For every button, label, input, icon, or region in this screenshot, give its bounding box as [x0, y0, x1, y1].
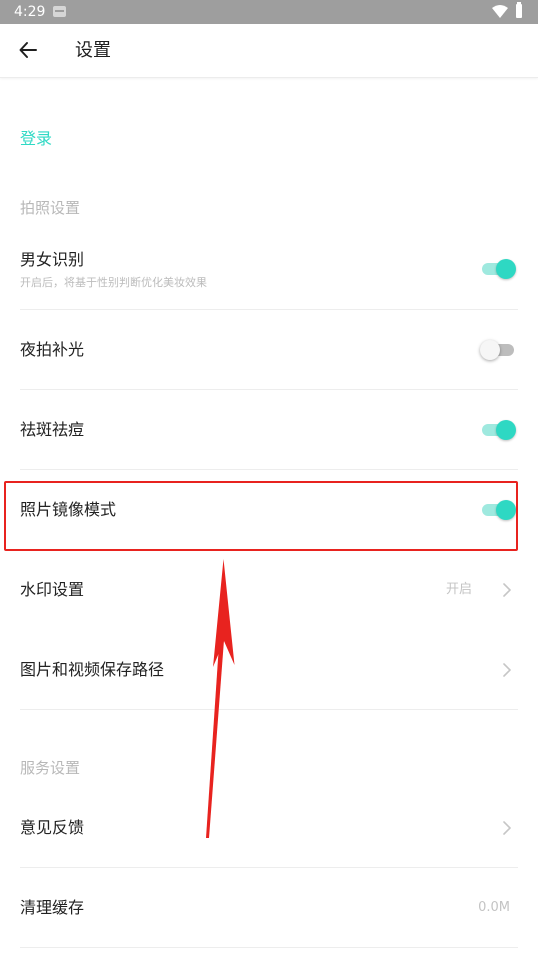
arrow-left-icon — [19, 42, 37, 58]
chevron-right-icon — [503, 821, 511, 835]
row-night-fill-light: 夜拍补光 — [0, 310, 538, 390]
status-bar: 4:29 — [0, 0, 538, 24]
row-title: 祛斑祛痘 — [20, 420, 85, 439]
row-blemish-removal: 祛斑祛痘 — [0, 390, 538, 470]
row-title: 男女识别 — [20, 250, 85, 269]
blemish-removal-switch[interactable] — [480, 419, 516, 441]
divider — [20, 709, 518, 710]
row-clear-cache[interactable]: 清理缓存 0.0M — [0, 868, 538, 948]
status-time: 4:29 — [14, 4, 46, 20]
row-title: 清理缓存 — [20, 898, 85, 917]
chevron-right-icon — [503, 663, 511, 677]
gender-recognition-switch[interactable] — [480, 258, 516, 280]
battery-icon — [516, 2, 522, 18]
toolbar: 设置 — [0, 24, 538, 78]
wifi-icon — [492, 5, 508, 18]
annotation-highlight-box — [4, 481, 518, 551]
row-subtitle: 开启后，将基于性别判断优化美妆效果 — [20, 276, 207, 289]
back-button[interactable] — [10, 32, 46, 68]
notification-icon — [53, 6, 66, 17]
chevron-right-icon — [503, 583, 511, 597]
annotation-arrow-icon — [206, 559, 235, 838]
watermark-status: 开启 — [445, 582, 472, 597]
row-title: 意见反馈 — [20, 818, 85, 837]
row-gender-recognition: 男女识别 开启后，将基于性别判断优化美妆效果 — [0, 230, 538, 310]
login-link[interactable]: 登录 — [20, 128, 52, 150]
settings-screen: 4:29 设置 登录 拍照设置 男女识别 开启后，将基于性别判断优化美妆效果 夜… — [0, 0, 538, 958]
section-header-camera: 拍照设置 — [20, 199, 81, 217]
row-title: 图片和视频保存路径 — [20, 660, 165, 679]
cache-size: 0.0M — [478, 900, 510, 915]
night-fill-light-switch[interactable] — [480, 339, 516, 361]
row-title: 水印设置 — [20, 580, 85, 599]
row-feedback[interactable]: 意见反馈 — [0, 788, 538, 868]
row-save-path[interactable]: 图片和视频保存路径 — [0, 630, 538, 710]
divider — [20, 947, 518, 948]
row-title: 夜拍补光 — [20, 340, 85, 359]
page-title: 设置 — [75, 40, 111, 61]
row-watermark-settings[interactable]: 水印设置 开启 — [0, 550, 538, 630]
section-header-service: 服务设置 — [20, 759, 81, 777]
